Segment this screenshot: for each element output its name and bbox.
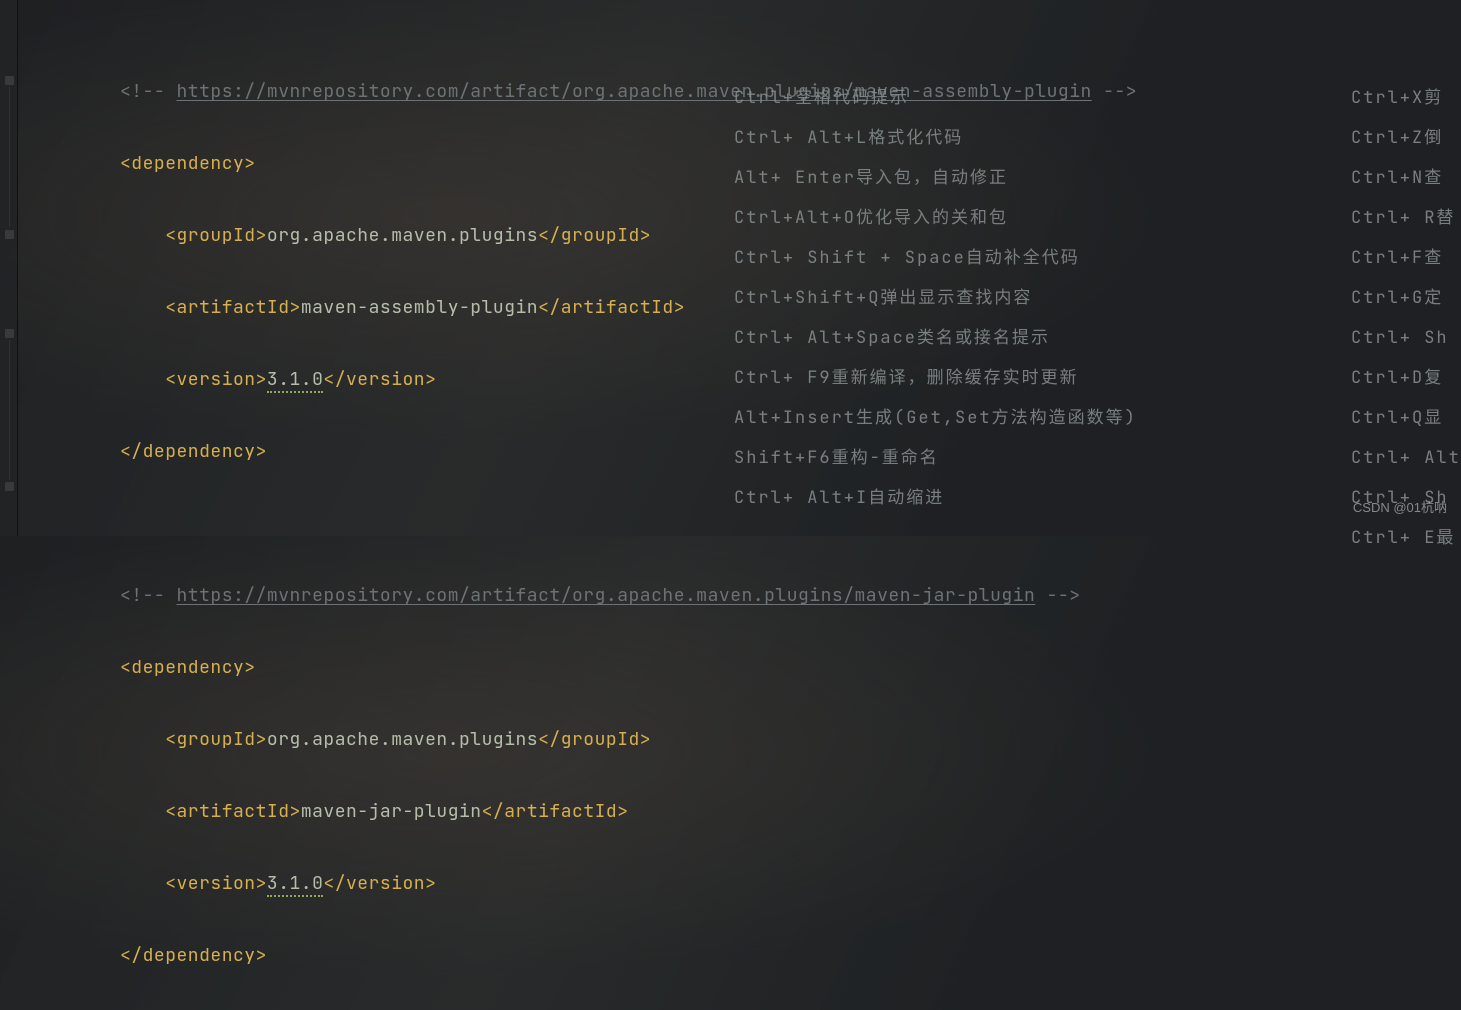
comment-url: https://mvnrepository.com/artifact/org.a… <box>177 584 1036 607</box>
hint-line: Ctrl+ Alt+Space类名或接名提示 <box>734 318 1137 358</box>
hint-line: Ctrl+F查 <box>1351 238 1461 278</box>
xml-text-warning: 3.1.0 <box>267 872 324 897</box>
code-line: <version>3.1.0</version> <box>120 866 1137 902</box>
xml-tag: <artifactId> <box>165 296 301 319</box>
xml-tag: </groupId> <box>538 224 651 247</box>
xml-tag: <groupId> <box>165 224 267 247</box>
xml-comment-open: <!-- <box>120 584 177 607</box>
hint-line: Ctrl+Alt+O优化导入的关和包 <box>734 198 1137 238</box>
xml-tag: <dependency> <box>120 656 256 679</box>
xml-tag: </dependency> <box>120 440 267 463</box>
xml-comment-close: --> <box>1035 584 1080 607</box>
fold-handle[interactable] <box>5 76 14 85</box>
xml-tag: <groupId> <box>165 728 267 751</box>
xml-comment-open: <!-- <box>120 80 177 103</box>
xml-tag: </groupId> <box>538 728 651 751</box>
xml-text: maven-assembly-plugin <box>301 296 538 319</box>
hint-line: Ctrl+ F9重新编译，删除缓存实时更新 <box>734 358 1137 398</box>
hint-line: Ctrl+ Alt+I自动缩进 <box>734 478 1137 518</box>
xml-tag: <dependency> <box>120 152 256 175</box>
hint-line: Ctrl+ Alt <box>1351 438 1461 478</box>
fold-handle[interactable] <box>5 230 14 239</box>
xml-text-warning: 3.1.0 <box>267 368 324 393</box>
fold-line <box>9 340 10 480</box>
xml-tag: <version> <box>165 872 267 895</box>
fold-line <box>9 87 10 227</box>
code-line: <dependency> <box>120 650 1137 686</box>
xml-tag: </version> <box>323 368 436 391</box>
hint-line: Ctrl+ Shift + Space自动补全代码 <box>734 238 1137 278</box>
code-line: <!-- https://mvnrepository.com/artifact/… <box>120 578 1137 614</box>
hint-line: Ctrl+Shift+Q弹出显示查找内容 <box>734 278 1137 318</box>
hint-line: Shift+F6重构-重命名 <box>734 438 1137 478</box>
gutter <box>0 0 18 536</box>
fold-handle[interactable] <box>5 329 14 338</box>
hint-line: Alt+ Enter导入包，自动修正 <box>734 158 1137 198</box>
xml-tag: </artifactId> <box>482 800 629 823</box>
hint-line: Ctrl+ Sh <box>1351 318 1461 358</box>
xml-tag: </artifactId> <box>538 296 685 319</box>
xml-tag: </version> <box>323 872 436 895</box>
hint-line: Ctrl+N查 <box>1351 158 1461 198</box>
shortcut-hints-right: Ctrl+X剪 Ctrl+Z倒 Ctrl+N查 Ctrl+ R替 Ctrl+F查… <box>1351 78 1461 558</box>
hint-line: Ctrl+G定 <box>1351 278 1461 318</box>
hint-line: Ctrl+ Alt+L格式化代码 <box>734 118 1137 158</box>
xml-text: org.apache.maven.plugins <box>267 728 538 751</box>
xml-tag: </dependency> <box>120 944 267 967</box>
code-line: <groupId>org.apache.maven.plugins</group… <box>120 722 1137 758</box>
hint-line: Ctrl+X剪 <box>1351 78 1461 118</box>
watermark: CSDN @01杭呐 <box>1353 490 1447 526</box>
fold-handle[interactable] <box>5 482 14 491</box>
xml-tag: <artifactId> <box>165 800 301 823</box>
hint-line: Ctrl+空格代码提示 <box>734 78 1137 118</box>
hint-line: Ctrl+ R替 <box>1351 198 1461 238</box>
hint-line: Ctrl+Z倒 <box>1351 118 1461 158</box>
hint-line: Alt+Insert生成(Get,Set方法构造函数等) <box>734 398 1137 438</box>
code-line: <artifactId>maven-jar-plugin</artifactId… <box>120 794 1137 830</box>
code-line: </dependency> <box>120 938 1137 974</box>
xml-text: org.apache.maven.plugins <box>267 224 538 247</box>
hint-line: Ctrl+D复 <box>1351 358 1461 398</box>
xml-text: maven-jar-plugin <box>301 800 482 823</box>
shortcut-hints-panel: Ctrl+空格代码提示 Ctrl+ Alt+L格式化代码 Alt+ Enter导… <box>734 78 1137 518</box>
hint-line: Ctrl+Q显 <box>1351 398 1461 438</box>
xml-tag: <version> <box>165 368 267 391</box>
